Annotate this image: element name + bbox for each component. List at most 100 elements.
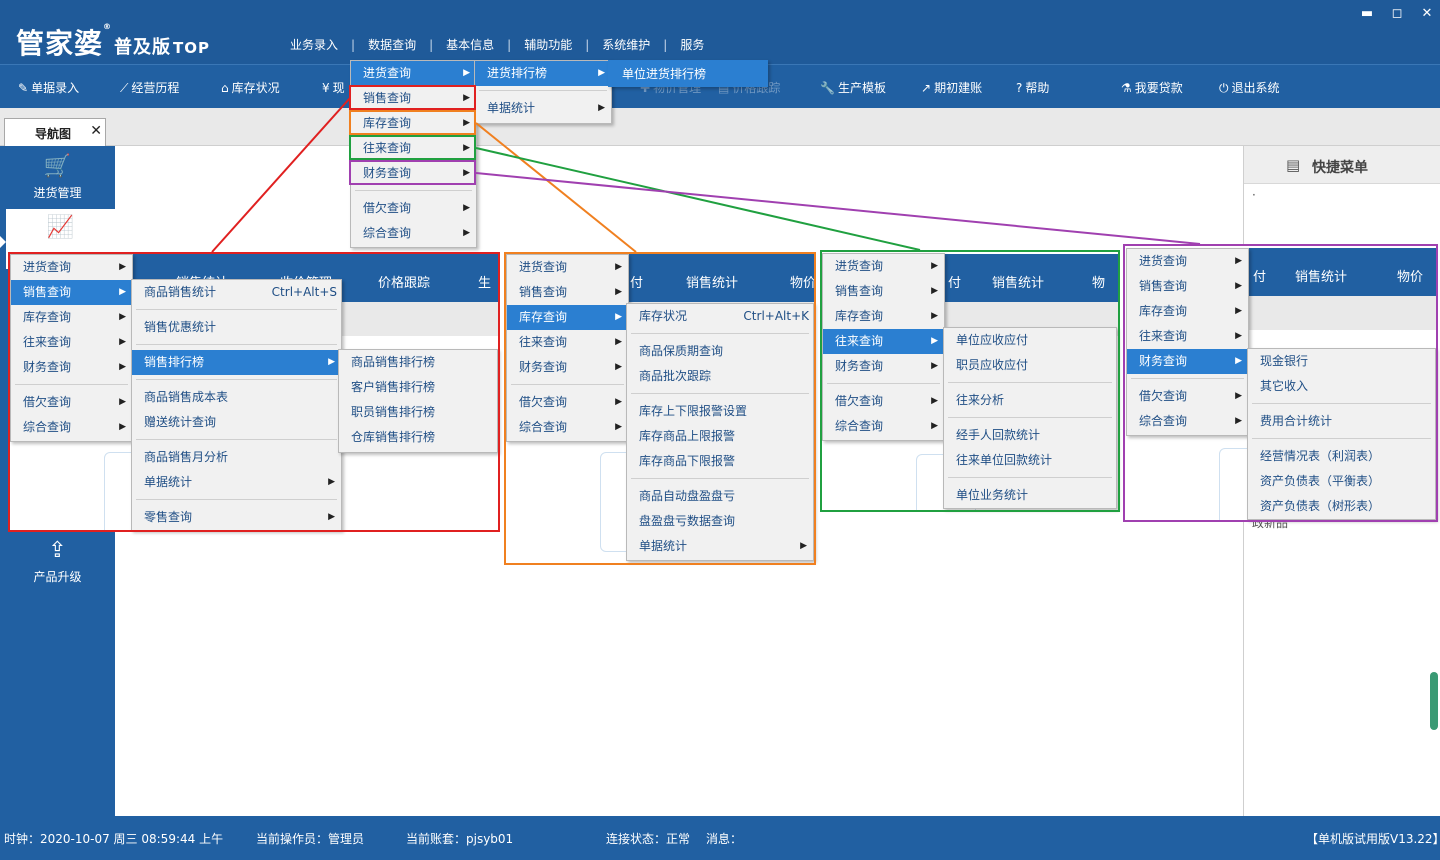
- main-menu-bar: 业务录入 | 数据查询 | 基本信息 | 辅助功能 | 系统维护 | 服务: [284, 36, 710, 53]
- quick-menu-header: ▤ 快捷菜单: [1244, 146, 1440, 184]
- title-bar: 管家婆®普及版 TOP 业务录入 | 数据查询 | 基本信息 | 辅助功能 | 系…: [0, 0, 1440, 64]
- toolbar-document-entry[interactable]: ✎ 单据录入: [18, 79, 79, 96]
- yen-icon: ¥: [322, 81, 330, 95]
- highlight-finance-panel: [1123, 244, 1438, 522]
- logo-edition: 普及版: [114, 37, 172, 58]
- menu-separator: |: [663, 37, 668, 52]
- external-link-icon: ↗: [921, 81, 932, 95]
- toolbar-opening-setup[interactable]: ↗ 期初建账: [921, 79, 982, 96]
- flask-icon: ⚗: [1121, 81, 1132, 95]
- minimize-icon[interactable]: ▬: [1358, 6, 1376, 21]
- menu-item-label: 单据统计: [487, 101, 536, 115]
- menu-purchase-query[interactable]: 进货查询 ▶: [351, 61, 476, 86]
- highlight-finance: [349, 160, 476, 185]
- trend-icon: ⟋: [120, 81, 129, 95]
- toolbar-label: 现: [332, 81, 345, 95]
- menu-separator: |: [585, 37, 590, 52]
- toolbar-label: 退出系统: [1231, 81, 1280, 95]
- menu-item-label: 综合查询: [363, 226, 412, 240]
- help-icon: ?: [1016, 81, 1023, 95]
- cart-icon: 🛒: [43, 154, 72, 179]
- maximize-icon[interactable]: ◻: [1388, 6, 1406, 21]
- menu-debt-query[interactable]: 借欠查询 ▶: [351, 196, 476, 221]
- chevron-right-icon: ▶: [463, 228, 470, 238]
- menu-purchase-doc-stat[interactable]: 单据统计 ▶: [475, 96, 611, 121]
- menu-comprehensive-query[interactable]: 综合查询 ▶: [351, 221, 476, 246]
- menu-item-label: 进货排行榜: [487, 66, 548, 80]
- toolbar-label: 期初建账: [934, 81, 983, 95]
- sidebar-item-upgrade[interactable]: ⇪ 产品升级: [0, 538, 115, 585]
- menu-data-query[interactable]: 数据查询: [362, 36, 422, 53]
- window-controls: ▬ ◻ ✕: [1358, 6, 1436, 21]
- app-logo: 管家婆®普及版 TOP: [16, 22, 210, 62]
- home-icon: ⌂: [221, 81, 229, 95]
- toolbar-label: 库存状况: [231, 81, 280, 95]
- chevron-right-icon: ▶: [598, 103, 605, 113]
- status-operator: 当前操作员：管理员: [256, 832, 365, 846]
- toolbar-label: 经营历程: [131, 81, 180, 95]
- chevron-right-icon: ▶: [463, 203, 470, 213]
- menu-item-label: 借欠查询: [363, 201, 412, 215]
- tab-close-icon[interactable]: ✕: [90, 123, 102, 139]
- highlight-account: [349, 135, 476, 160]
- toolbar-help[interactable]: ? 帮助: [1016, 79, 1049, 96]
- wrench-icon: 🔧: [820, 81, 835, 95]
- trend-chart-icon: 📈: [46, 215, 75, 240]
- menu-separator: |: [351, 37, 356, 52]
- highlight-stock: [349, 110, 476, 135]
- toolbar-stock-status[interactable]: ⌂ 库存状况: [221, 79, 280, 96]
- status-version: 【单机版试用版V13.22】: [1306, 832, 1440, 846]
- edit-icon: ✎: [18, 81, 29, 95]
- tab-strip: 导航图 ✕: [0, 108, 1440, 146]
- menu-separator: |: [429, 37, 434, 52]
- toolbar-label: 我要贷款: [1134, 81, 1183, 95]
- toolbar-loan[interactable]: ⚗ 我要贷款: [1121, 79, 1183, 96]
- status-connection: 连接状态：正常: [606, 832, 691, 846]
- menu-item-label: 单位进货排行榜: [622, 67, 707, 81]
- scrollbar-thumb[interactable]: [1430, 672, 1438, 730]
- sidebar-item-label: 进货管理: [33, 186, 82, 200]
- logo-top: TOP: [173, 39, 210, 57]
- status-clock: 时钟：2020-10-07 周三 08:59:44 上午: [4, 832, 224, 846]
- menu-assist[interactable]: 辅助功能: [518, 36, 578, 53]
- menu-separator: [479, 90, 607, 91]
- menu-service[interactable]: 服务: [674, 36, 710, 53]
- toolbar-production-template[interactable]: 🔧 生产模板: [820, 79, 886, 96]
- menu-separator: |: [507, 37, 512, 52]
- highlight-sales-panel: [8, 252, 500, 532]
- menu-separator: [355, 190, 472, 191]
- toolbar-label: 生产模板: [837, 81, 886, 95]
- toolbar-exit[interactable]: ⏻ 退出系统: [1219, 79, 1280, 96]
- connector-green: [475, 147, 921, 251]
- menu-unit-purchase-rank[interactable]: 单位进货排行榜: [610, 62, 766, 87]
- toolbar-cash[interactable]: ¥ 现: [322, 79, 345, 96]
- status-message: 消息：: [706, 832, 743, 846]
- tab-navigation[interactable]: 导航图 ✕: [4, 118, 106, 146]
- sidebar-item-label: 产品升级: [33, 570, 82, 584]
- menu-item-label: 进货查询: [363, 66, 412, 80]
- status-account: 当前账套：pjsyb01: [406, 832, 514, 846]
- menu-business-entry[interactable]: 业务录入: [284, 36, 344, 53]
- power-icon: ⏻: [1219, 81, 1229, 95]
- toolbar-label: 帮助: [1025, 81, 1050, 95]
- toolbar-label: 单据录入: [31, 81, 80, 95]
- upload-icon: ⇪: [48, 538, 67, 563]
- logo-registered: ®: [103, 22, 113, 31]
- quick-menu-bullet: ·: [1252, 188, 1256, 202]
- purchase-rank-submenu: 单位进货排行榜: [608, 60, 768, 87]
- menu-purchase-rank[interactable]: 进货排行榜 ▶: [475, 61, 611, 86]
- menu-basic-info[interactable]: 基本信息: [440, 36, 500, 53]
- quick-menu-title: 快捷菜单: [1312, 160, 1368, 176]
- document-icon: ▤: [1286, 156, 1301, 174]
- highlight-sales: [349, 85, 476, 110]
- connector-purple: [475, 172, 1201, 245]
- menu-system[interactable]: 系统维护: [596, 36, 656, 53]
- close-icon[interactable]: ✕: [1418, 6, 1436, 21]
- logo-main-text: 管家婆: [16, 27, 104, 60]
- sidebar-item-purchase[interactable]: 🛒 进货管理: [0, 154, 115, 201]
- highlight-account-panel: [820, 250, 1120, 512]
- toolbar-business-history[interactable]: ⟋ 经营历程: [120, 79, 179, 96]
- purchase-query-submenu: 进货排行榜 ▶ 单据统计 ▶: [474, 60, 612, 124]
- sidebar-pointer: [0, 236, 6, 248]
- tab-label: 导航图: [35, 127, 72, 141]
